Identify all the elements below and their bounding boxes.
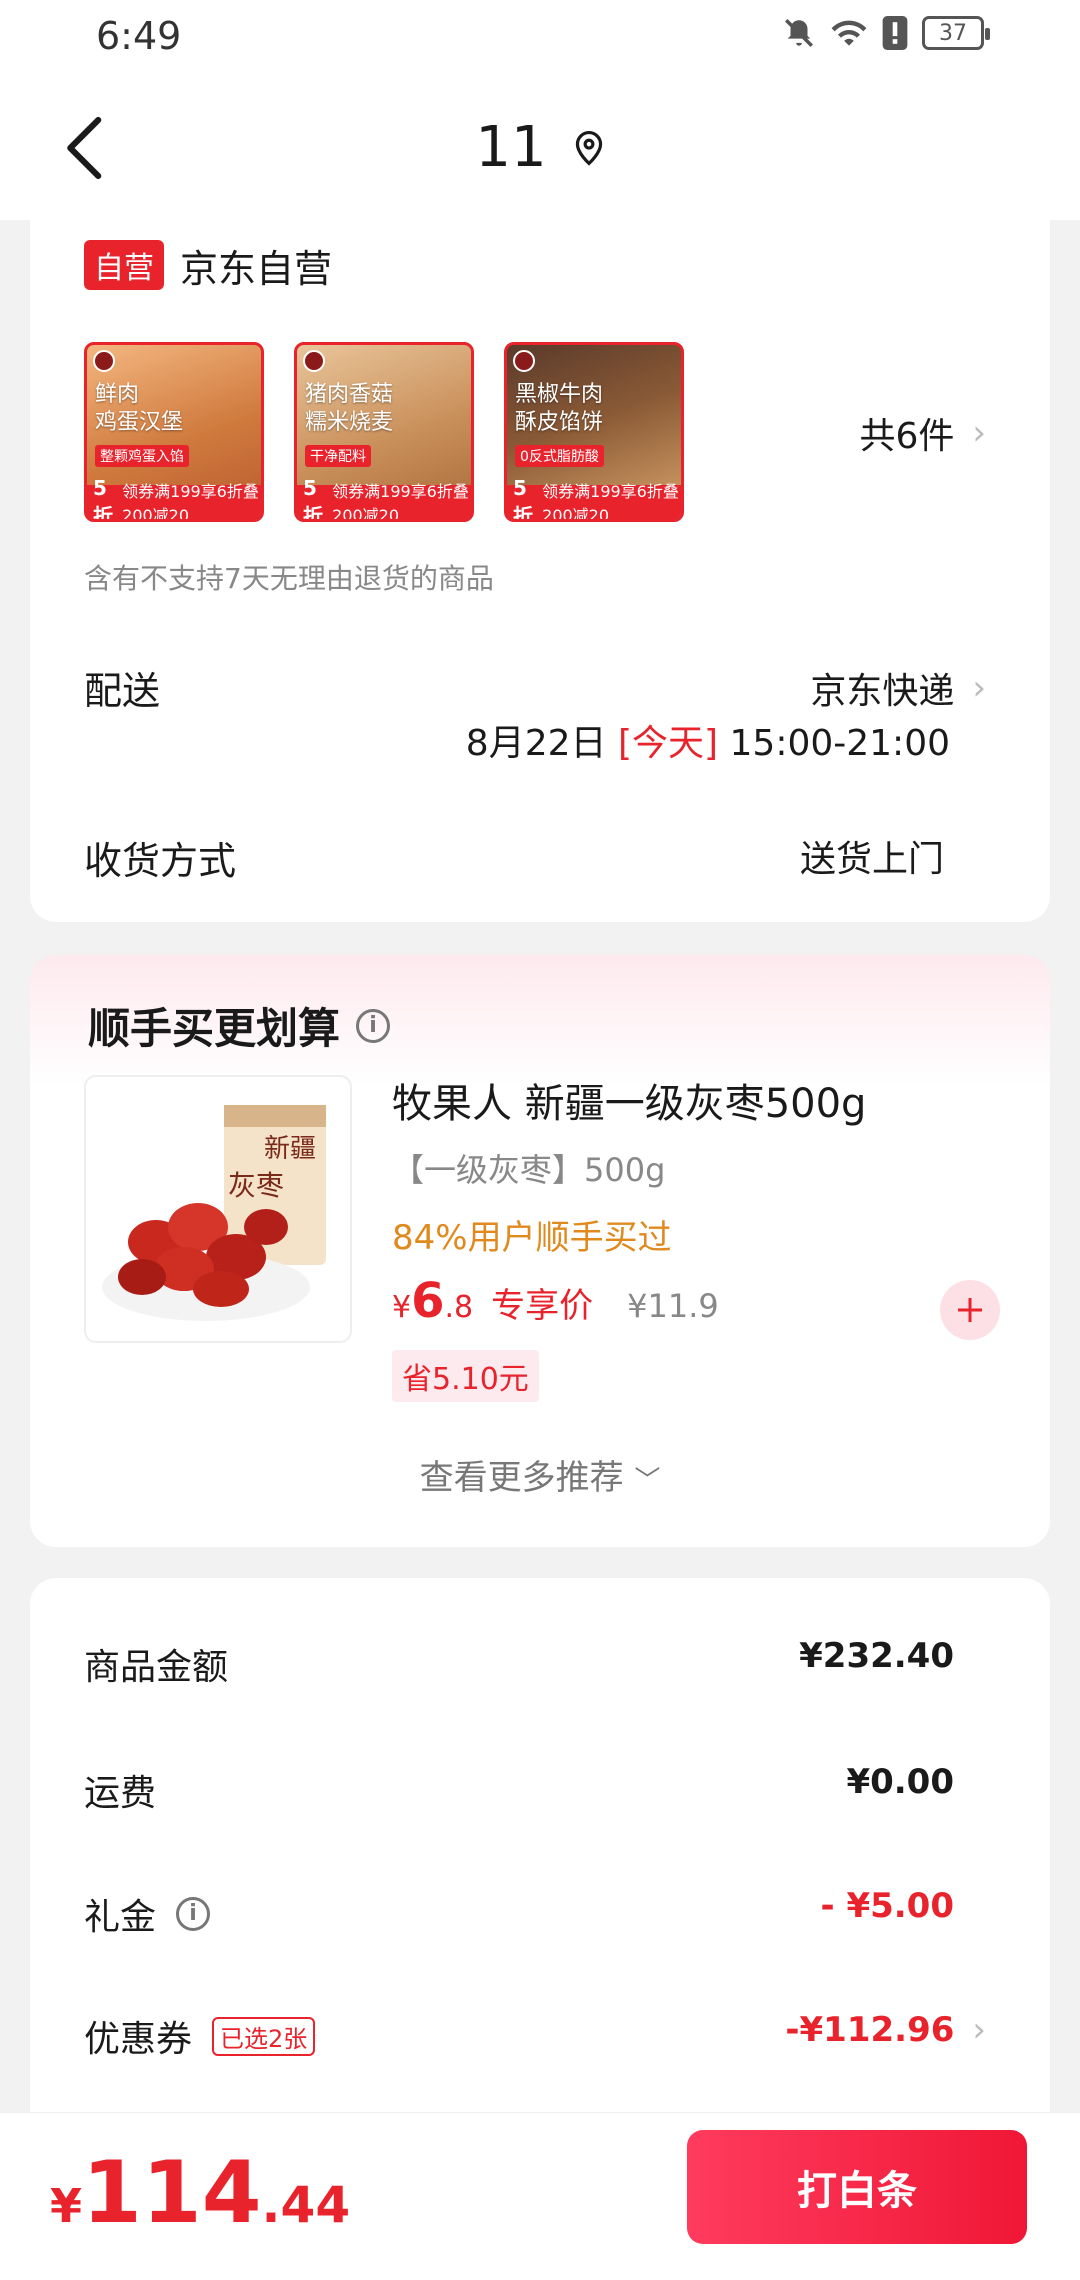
info-icon[interactable]: i xyxy=(356,1008,391,1043)
receive-method-value[interactable]: 送货上门 xyxy=(800,830,944,882)
delivery-label: 配送 xyxy=(84,669,161,713)
alert-icon xyxy=(882,16,908,50)
dates-product-image: 新疆 灰枣 xyxy=(102,1105,326,1321)
coupon-selected-tag: 已选2张 xyxy=(212,2016,316,2056)
mute-bell-icon xyxy=(784,18,814,48)
product-thumbnail[interactable]: 黑椒牛肉 酥皮馅饼 0反式脂肪酸 5折 领券满199享6折叠200减20 xyxy=(504,342,684,522)
freight-value: ¥0.00 xyxy=(846,1762,954,1802)
checkout-bar: ¥ 114 .44 打白条 xyxy=(0,2112,1080,2280)
original-price: ¥11.9 xyxy=(627,1287,719,1325)
status-icons: 37 xyxy=(782,16,990,50)
delivery-carrier: 京东快递 xyxy=(810,671,955,712)
header-title-group[interactable]: 11 xyxy=(0,115,1080,180)
chevron-right-icon: › xyxy=(972,2010,986,2050)
product-image[interactable]: 新疆 灰枣 xyxy=(84,1075,352,1343)
today-marker: [今天] xyxy=(617,723,719,764)
product-price: ¥ 6 .8 专享价 ¥11.9 xyxy=(392,1273,719,1329)
wifi-icon xyxy=(831,20,867,46)
savings-badge: 省5.10元 xyxy=(392,1350,539,1402)
svg-text:灰枣: 灰枣 xyxy=(228,1169,284,1202)
pay-button[interactable]: 打白条 xyxy=(687,2130,1027,2244)
delivery-carrier-link[interactable]: 京东快递 › xyxy=(810,662,986,714)
info-icon[interactable]: i xyxy=(176,1897,211,1931)
coupon-value-link[interactable]: -¥112.96 › xyxy=(785,2010,986,2050)
gift-row-label: 礼金 i xyxy=(84,1888,211,1940)
product-thumbnail[interactable]: 猪肉香菇 糯米烧麦 干净配料 5折 领券满199享6折叠200减20 xyxy=(294,342,474,522)
goods-amount-label: 商品金额 xyxy=(84,1647,229,1688)
nav-header: 11 xyxy=(0,75,1080,220)
order-store-card: 自营 京东自营 鲜肉 鸡蛋汉堡 整颗鸡蛋入馅 5折 领券满199享6折叠200减20… xyxy=(30,220,1050,922)
chevron-down-icon: ﹀ xyxy=(634,1466,661,1496)
total-price: ¥ 114 .44 xyxy=(50,2143,351,2243)
exclusive-price-label: 专享价 xyxy=(491,1286,594,1326)
receive-method-label: 收货方式 xyxy=(84,839,237,883)
chevron-right-icon: › xyxy=(972,668,986,708)
plus-icon xyxy=(958,1298,982,1322)
more-recommendations-link[interactable]: 查看更多推荐 ﹀ xyxy=(30,1450,1050,1499)
battery-icon: 37 xyxy=(922,16,990,50)
page-title: 11 xyxy=(475,115,547,180)
store-name: 京东自营 xyxy=(180,247,333,291)
gift-label: 礼金 xyxy=(84,1897,157,1938)
svg-text:新疆: 新疆 xyxy=(264,1134,316,1164)
coupon-label: 优惠券 xyxy=(84,2019,193,2060)
coupon-value: -¥112.96 xyxy=(785,2010,955,2050)
return-policy-notice: 含有不支持7天无理由退货的商品 xyxy=(84,562,494,595)
brand-logo-icon xyxy=(303,350,325,372)
brand-logo-icon xyxy=(513,350,535,372)
brand-logo-icon xyxy=(93,350,115,372)
delivery-time: 8月22日 [今天] 15:00-21:00 xyxy=(465,723,950,764)
status-bar: 6:49 37 xyxy=(0,0,1080,75)
battery-level: 37 xyxy=(939,20,967,46)
item-count: 共6件 xyxy=(859,416,955,457)
gift-value: - ¥5.00 xyxy=(820,1886,955,1926)
goods-amount-value: ¥232.40 xyxy=(799,1636,954,1676)
product-name[interactable]: 牧果人 新疆一级灰枣500g xyxy=(392,1071,866,1129)
recommend-title: 顺手买更划算 i xyxy=(88,995,391,1056)
coupon-row-label[interactable]: 优惠券 已选2张 xyxy=(84,2010,316,2062)
status-time: 6:49 xyxy=(96,14,182,58)
chevron-right-icon: › xyxy=(972,413,986,453)
recommend-card: 顺手买更划算 i 新疆 灰枣 牧果人 新疆一级灰枣500g 【一级灰枣】500g… xyxy=(30,955,1050,1547)
product-thumbnail[interactable]: 鲜肉 鸡蛋汉堡 整颗鸡蛋入馅 5折 领券满199享6折叠200减20 xyxy=(84,342,264,522)
product-spec: 【一级灰枣】500g xyxy=(392,1151,666,1189)
buy-rate-text: 84%用户顺手买过 xyxy=(392,1218,672,1258)
location-pin-icon xyxy=(575,130,602,166)
freight-label: 运费 xyxy=(84,1773,157,1814)
add-to-order-button[interactable] xyxy=(940,1280,1000,1340)
self-operated-badge: 自营 xyxy=(84,240,164,290)
item-count-link[interactable]: 共6件 › xyxy=(859,407,986,459)
